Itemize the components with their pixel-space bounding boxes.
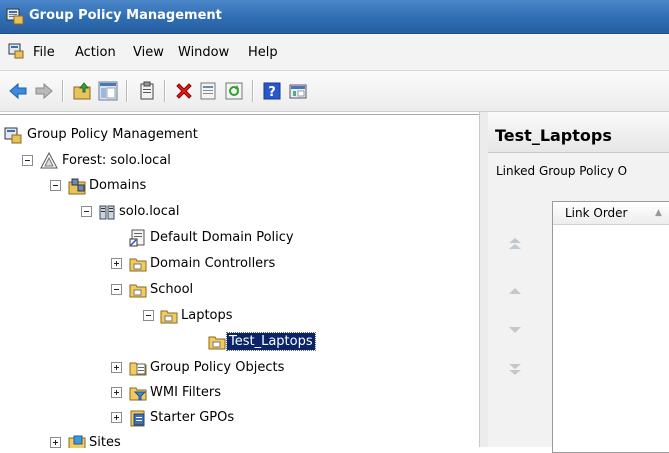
toolbar-separator (126, 80, 127, 102)
tree-label: Default Domain Policy (150, 230, 294, 245)
tree-label: Forest: solo.local (62, 153, 171, 168)
tree-item-wmi-filters[interactable]: WMI Filters (111, 383, 411, 403)
gpo-container-icon (129, 362, 147, 376)
gpmc-root-icon (4, 127, 22, 144)
tree-item-laptops[interactable]: Laptops (143, 306, 443, 326)
console-tree-pane[interactable]: Group Policy Management Forest: solo.loc… (0, 114, 479, 448)
tree-label: Group Policy Objects (150, 360, 285, 375)
delete-icon[interactable] (174, 81, 194, 101)
expand-toggle[interactable] (111, 362, 122, 373)
ou-folder-icon (160, 310, 178, 324)
forest-icon (40, 152, 58, 169)
wmi-filter-icon (129, 387, 147, 401)
tree-item-domain[interactable]: solo.local (81, 202, 381, 222)
collapse-toggle[interactable] (143, 310, 154, 321)
details-title: Test_Laptops (495, 126, 612, 145)
tree-label: Laptops (181, 308, 233, 323)
tree-item-forest[interactable]: Forest: solo.local (22, 151, 322, 171)
domain-icon (99, 205, 115, 220)
collapse-toggle[interactable] (22, 155, 33, 166)
gpmc-app-icon (6, 8, 24, 25)
gpo-link-icon (129, 229, 145, 247)
help-icon[interactable]: ? (262, 81, 282, 101)
tree-label: Domains (89, 178, 147, 193)
tree-label: School (150, 282, 194, 297)
window-title: Group Policy Management (29, 8, 222, 23)
collapse-toggle[interactable] (111, 284, 122, 295)
menu-help[interactable]: Help (248, 45, 278, 60)
move-up-icon[interactable] (507, 284, 523, 298)
ou-folder-icon (129, 258, 147, 272)
collapse-toggle[interactable] (81, 206, 92, 217)
move-to-bottom-icon[interactable] (507, 362, 523, 376)
tree-item-sites[interactable]: Sites (50, 433, 350, 448)
console-icon[interactable] (288, 81, 308, 101)
tree-label-selected: Test_Laptops (226, 332, 316, 351)
back-icon[interactable] (8, 81, 28, 101)
move-down-icon[interactable] (507, 323, 523, 337)
domains-icon (68, 178, 86, 195)
menu-window[interactable]: Window (178, 45, 229, 60)
tree-item-domains[interactable]: Domains (50, 176, 350, 196)
properties-icon[interactable] (198, 81, 218, 101)
details-pane: Test_Laptops Linked Group Policy O Link … (488, 112, 669, 453)
menu-bar: File Action View Window Help (0, 34, 669, 71)
toolbar-separator (252, 80, 253, 102)
tree-label: Sites (89, 435, 121, 448)
move-to-top-icon[interactable] (507, 237, 523, 251)
sort-ascending-icon: ▲ (655, 208, 662, 218)
tree-item-group-policy-objects[interactable]: Group Policy Objects (111, 358, 411, 378)
collapse-toggle[interactable] (50, 180, 61, 191)
column-label: Link Order (565, 206, 628, 220)
clipboard-icon[interactable] (137, 81, 157, 101)
tree-label: solo.local (119, 204, 180, 219)
starter-gpo-icon (130, 410, 145, 427)
sites-icon (68, 435, 86, 448)
expand-toggle[interactable] (50, 437, 61, 448)
system-menu-icon[interactable] (8, 43, 24, 59)
menu-file[interactable]: File (33, 45, 55, 60)
tree-item-test-laptops[interactable]: Test_Laptops (208, 332, 468, 352)
details-header: Test_Laptops (488, 112, 669, 153)
expand-toggle[interactable] (111, 387, 122, 398)
up-folder-icon[interactable] (72, 81, 92, 101)
forward-icon[interactable] (34, 81, 54, 101)
menu-action[interactable]: Action (75, 45, 116, 60)
column-header-link-order[interactable]: Link Order ▲ (553, 202, 669, 225)
refresh-icon[interactable] (224, 81, 244, 101)
menu-view[interactable]: View (133, 45, 164, 60)
ou-folder-icon (129, 284, 147, 298)
tree-label: Domain Controllers (150, 256, 276, 271)
tree-label: Group Policy Management (27, 127, 198, 142)
tree-item-root[interactable]: Group Policy Management (4, 125, 304, 145)
tree-item-domain-controllers[interactable]: Domain Controllers (111, 254, 411, 274)
tab-linked-gpos[interactable]: Linked Group Policy O (496, 164, 627, 178)
linked-gpo-list[interactable]: Link Order ▲ (552, 201, 669, 453)
svg-text:?: ? (268, 85, 276, 100)
toolbar: ? (0, 71, 669, 112)
ou-folder-icon (208, 336, 226, 350)
tree-label: WMI Filters (150, 385, 222, 400)
show-hide-tree-icon[interactable] (98, 81, 118, 101)
tree-item-starter-gpos[interactable]: Starter GPOs (111, 408, 411, 428)
toolbar-separator (62, 80, 63, 102)
toolbar-separator (164, 80, 165, 102)
expand-toggle[interactable] (111, 258, 122, 269)
tree-label: Starter GPOs (150, 410, 235, 425)
title-bar: Group Policy Management (0, 0, 669, 34)
expand-toggle[interactable] (111, 412, 122, 423)
tree-item-school[interactable]: School (111, 280, 411, 300)
tree-item-default-domain-policy[interactable]: Default Domain Policy (129, 228, 429, 248)
